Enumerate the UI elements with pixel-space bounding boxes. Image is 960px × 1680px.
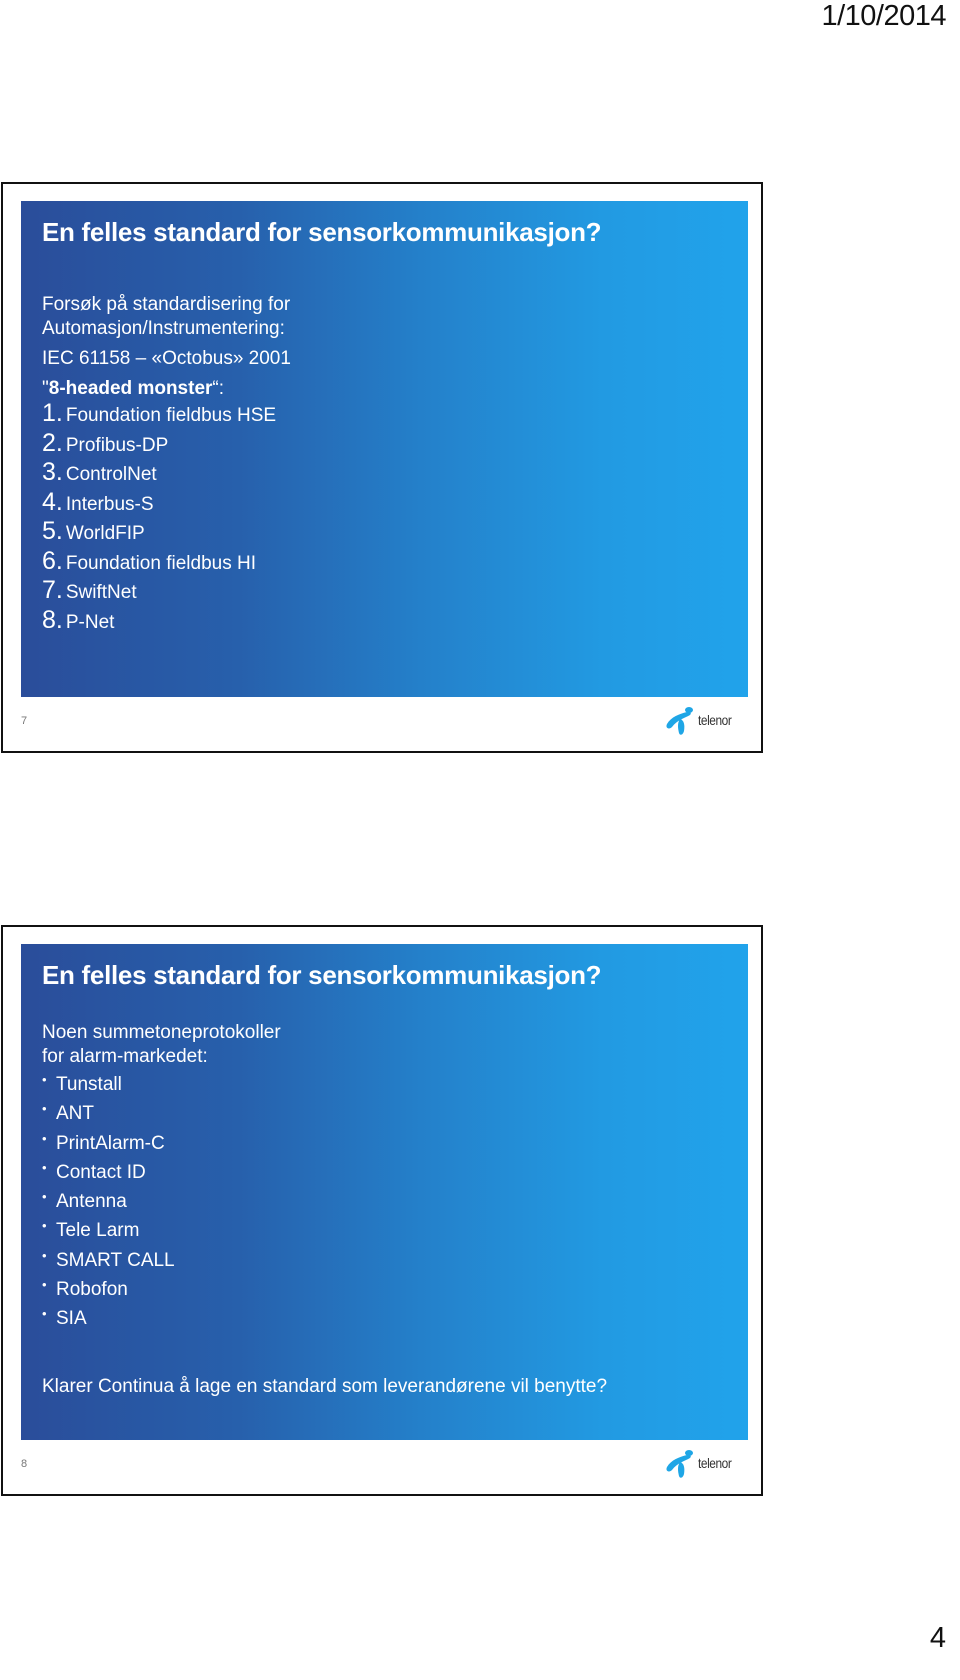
bullet-icon: • (42, 1306, 47, 1322)
intro-line: Noen summetoneprotokoller (42, 1022, 281, 1043)
bullet-icon: • (42, 1189, 47, 1205)
slide-number: 7 (21, 715, 28, 727)
list-item: • Contact ID (42, 1160, 281, 1190)
item-text: Contact ID (56, 1161, 146, 1183)
slide-content-panel: En felles standard for sensorkommunikasj… (21, 944, 748, 1440)
list-item: • SIA (42, 1306, 281, 1336)
bullet-icon: • (42, 1130, 47, 1146)
item-text: PrintAlarm-C (56, 1132, 165, 1154)
item-text: Foundation fieldbus HSE (65, 405, 277, 426)
list-item: 3. ControlNet (42, 460, 291, 490)
item-text: Robofon (56, 1279, 128, 1301)
item-text: P-Net (65, 611, 115, 633)
item-text: Profibus-DP (65, 434, 169, 456)
intro-line: Forsøk på standardisering for (42, 294, 291, 315)
intro-line: for alarm-markedet: (42, 1046, 208, 1067)
logo-text: telenor (698, 1455, 732, 1471)
item-text: ControlNet (65, 464, 157, 485)
telenor-propeller-icon (666, 707, 693, 735)
item-number: 7. (42, 576, 63, 604)
bullet-icon: • (42, 1218, 47, 1234)
list-item: 4. Interbus-S (42, 487, 291, 520)
item-text: Tele Larm (56, 1220, 140, 1242)
item-number: 4. (42, 487, 63, 516)
logo-text: telenor (698, 712, 732, 728)
item-number: 3. (42, 458, 63, 486)
fieldbus-list: 1. Foundation fieldbus HSE 2. Profibus-DP … (42, 401, 291, 637)
item-number: 6. (42, 546, 63, 575)
item-text: Tunstall (56, 1074, 122, 1095)
item-text: SMART CALL (56, 1249, 175, 1271)
list-item: • Tele Larm (42, 1218, 281, 1248)
close-quote: “: (212, 378, 225, 399)
list-item: • Robofon (42, 1277, 281, 1307)
bullet-icon: • (42, 1277, 47, 1293)
open-quote: " (42, 378, 49, 399)
bullet-icon: • (42, 1072, 47, 1087)
item-number: 1. (42, 399, 63, 427)
standard-line: IEC 61158 – «Octobus» 2001 (42, 348, 291, 369)
item-text: WorldFIP (65, 523, 145, 544)
item-number: 5. (42, 517, 63, 545)
list-item: 1. Foundation fieldbus HSE (42, 401, 291, 431)
telenor-logo: telenor (663, 1446, 741, 1480)
monster-bold: 8-headed monster (48, 378, 213, 399)
bullet-icon: • (42, 1247, 47, 1263)
list-item: 5. WorldFIP (42, 519, 291, 549)
list-item: • PrintAlarm-C (42, 1131, 281, 1161)
list-item: • SMART CALL (42, 1248, 281, 1278)
item-text: Foundation fieldbus HI (65, 552, 256, 574)
slide-7: En felles standard for sensorkommunikasj… (1, 182, 763, 753)
slide-content-panel: En felles standard for sensorkommunikasj… (21, 201, 748, 697)
slide-body: Forsøk på standardisering for Automasjon… (42, 293, 291, 637)
intro-line: Automasjon/Instrumentering: (42, 318, 285, 339)
closing-question: Klarer Continua å lage en standard som l… (42, 1376, 608, 1397)
bullet-icon: • (42, 1101, 47, 1117)
item-text: SIA (56, 1308, 87, 1330)
page-date: 1/10/2014 (821, 0, 946, 32)
list-item: 2. Profibus-DP (42, 428, 291, 461)
page-number: 4 (929, 1622, 946, 1654)
slide-8: En felles standard for sensorkommunikasj… (1, 925, 763, 1496)
bullet-icon: • (42, 1159, 47, 1175)
item-text: ANT (56, 1103, 94, 1125)
item-text: Interbus-S (65, 493, 154, 515)
list-item: 7. SwiftNet (42, 578, 291, 608)
item-number: 2. (42, 428, 63, 457)
telenor-propeller-icon (666, 1450, 693, 1478)
list-item: 6. Foundation fieldbus HI (42, 546, 291, 579)
protocol-list: • Tunstall • ANT • PrintAlarm-C • Contact ID… (42, 1072, 281, 1337)
list-item: • ANT (42, 1101, 281, 1131)
monster-line: "8-headed monster“: (42, 377, 291, 401)
slide-number: 8 (21, 1458, 28, 1470)
slide-title: En felles standard for sensorkommunikasj… (42, 960, 602, 990)
list-item: 8. P-Net (42, 605, 291, 638)
list-item: • Antenna (42, 1189, 281, 1219)
slide-body: Noen summetoneprotokoller for alarm-mark… (42, 1021, 281, 1337)
telenor-logo: telenor (663, 703, 741, 737)
list-item: • Tunstall (42, 1072, 281, 1102)
item-number: 8. (42, 605, 63, 634)
slide-title: En felles standard for sensorkommunikasj… (42, 217, 602, 247)
item-text: Antenna (56, 1191, 127, 1213)
item-text: SwiftNet (65, 582, 137, 603)
